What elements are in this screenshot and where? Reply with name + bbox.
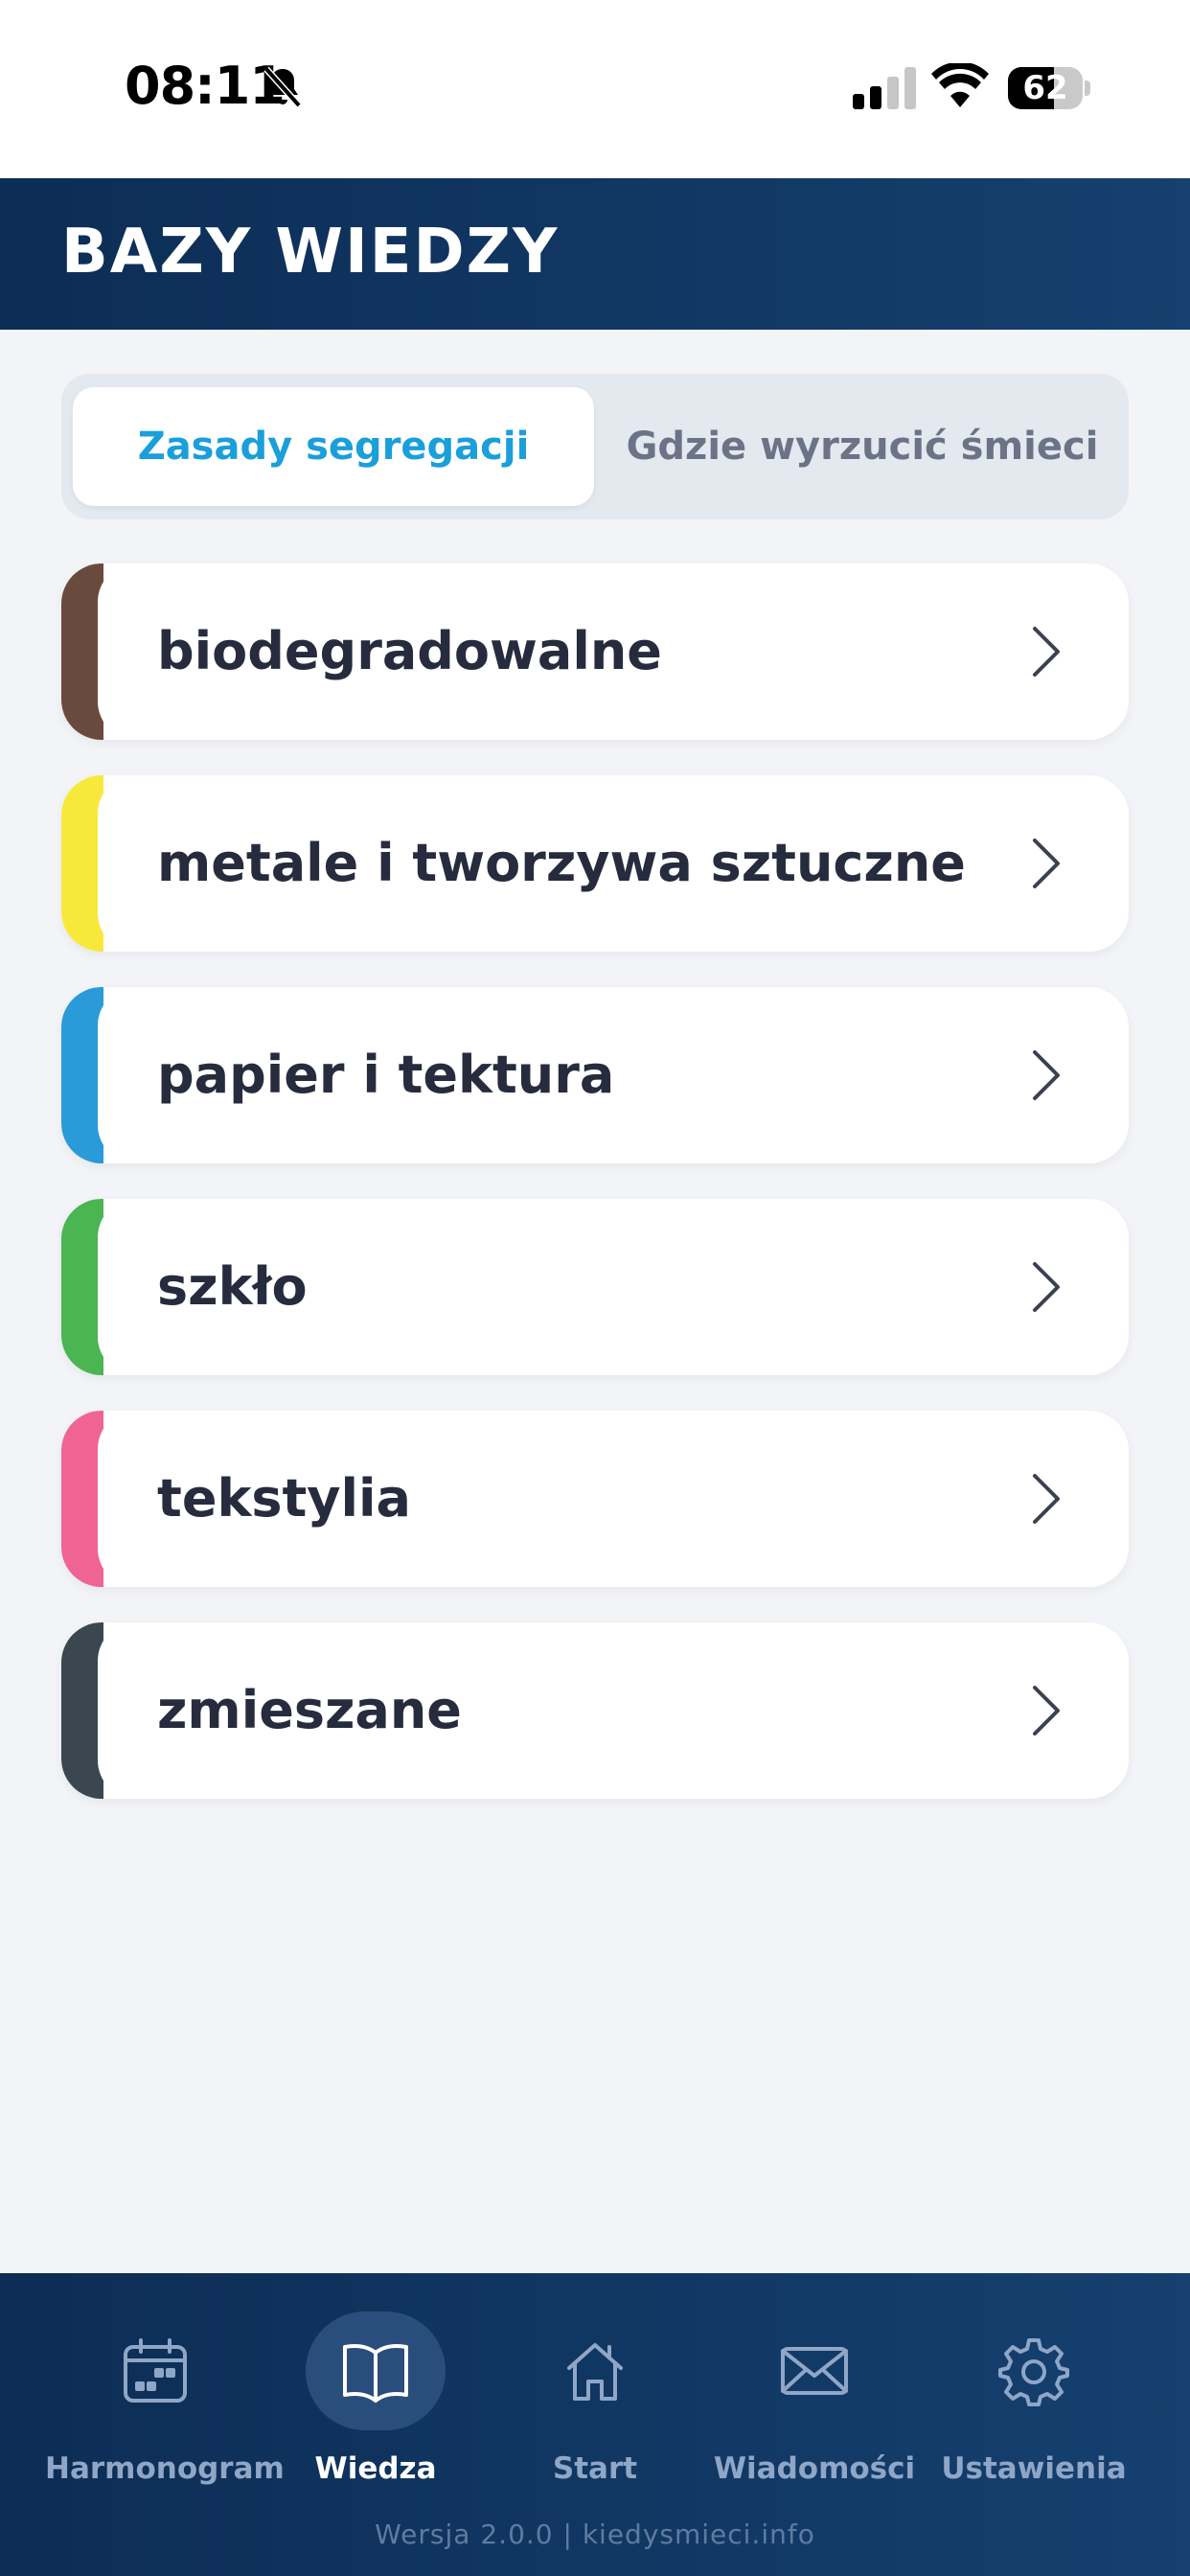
segment-area: Zasady segregacji Gdzie wyrzucić śmieci (0, 330, 1190, 564)
chevron-right-icon (1033, 839, 1060, 888)
nav-item-ustawienia[interactable]: Ustawienia (924, 2312, 1144, 2503)
calendar-icon (124, 2338, 187, 2403)
list-item-glass[interactable]: szkło (61, 1199, 1129, 1375)
chevron-right-icon (1033, 1050, 1060, 1100)
nav-label: Wiadomości (713, 2451, 916, 2486)
category-label: metale i tworzywa sztuczne (157, 833, 966, 893)
bell-slash-icon (263, 66, 302, 108)
battery-level: 62 (1022, 69, 1068, 107)
list-item-paper[interactable]: papier i tektura (61, 987, 1129, 1163)
nav-item-wiadomosci[interactable]: Wiadomości (704, 2312, 925, 2503)
category-label: tekstylia (157, 1468, 411, 1529)
page-title: BAZY WIEDZY (61, 217, 560, 288)
book-icon (343, 2344, 408, 2403)
tab-where-to-dispose[interactable]: Gdzie wyrzucić śmieci (607, 387, 1117, 506)
chevron-right-icon (1033, 1262, 1060, 1312)
nav-label: Wiedza (314, 2451, 437, 2486)
category-label: szkło (157, 1256, 308, 1317)
nav-label: Harmonogram (45, 2451, 285, 2486)
list-item-textiles[interactable]: tekstylia (61, 1411, 1129, 1587)
category-label: zmieszane (157, 1680, 462, 1740)
category-label: biodegradowalne (157, 621, 662, 681)
version-text: Wersja 2.0.0 | kiedysmieci.info (375, 2518, 815, 2550)
wifi-icon (931, 63, 989, 107)
list-item-mixed[interactable]: zmieszane (61, 1622, 1129, 1799)
cellular-signal-icon (853, 67, 916, 109)
page-header: BAZY WIEDZY (0, 178, 1190, 330)
mail-icon (781, 2347, 848, 2395)
chevron-right-icon (1033, 1686, 1060, 1736)
gear-icon (998, 2338, 1069, 2406)
app-screen: 08:11 62 BAZY WIEDZY Zasady segregacji G… (0, 0, 1190, 2576)
nav-label: Start (552, 2451, 638, 2486)
chevron-right-icon (1033, 627, 1060, 677)
segmented-control: Zasady segregacji Gdzie wyrzucić śmieci (61, 374, 1129, 519)
tab-sorting-rules[interactable]: Zasady segregacji (73, 387, 594, 506)
bottom-navigation: Harmonogram Wiedza Start Wiadomości Usta… (0, 2273, 1190, 2576)
category-label: papier i tektura (157, 1045, 615, 1105)
status-bar: 08:11 62 (0, 0, 1190, 178)
battery-indicator: 62 (1008, 67, 1090, 109)
chevron-right-icon (1033, 1474, 1060, 1524)
nav-item-harmonogram[interactable]: Harmonogram (45, 2312, 285, 2503)
home-icon (567, 2343, 623, 2401)
list-item-biodegradable[interactable]: biodegradowalne (61, 564, 1129, 740)
nav-label: Ustawienia (941, 2451, 1127, 2486)
list-item-metals-plastics[interactable]: metale i tworzywa sztuczne (61, 775, 1129, 952)
nav-item-start[interactable]: Start (485, 2312, 705, 2503)
nav-item-wiedza[interactable]: Wiedza (265, 2312, 486, 2503)
